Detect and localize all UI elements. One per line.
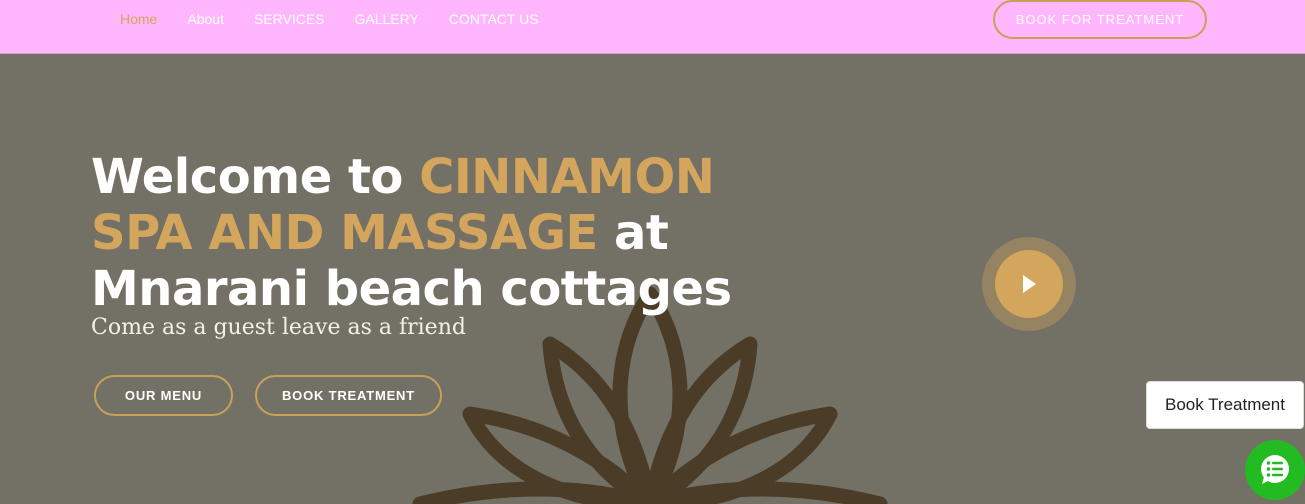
play-video-button[interactable] — [982, 237, 1076, 331]
play-icon — [1023, 275, 1036, 293]
book-treatment-button[interactable]: BOOK TREATMENT — [255, 375, 442, 416]
book-for-treatment-button[interactable]: BOOK FOR TREATMENT — [993, 0, 1207, 39]
nav-services-link[interactable]: SERVICES — [254, 11, 325, 27]
chat-list-icon — [1261, 455, 1289, 484]
play-button-core — [995, 250, 1063, 318]
main-nav: Home About SERVICES GALLERY CONTACT US — [120, 0, 569, 38]
hero-headline: Welcome to CINNAMON SPA AND MASSAGE at M… — [91, 149, 811, 317]
hero-section: Welcome to CINNAMON SPA AND MASSAGE at M… — [0, 54, 1305, 504]
lotus-icon — [412, 286, 888, 504]
nav-home-link[interactable]: Home — [120, 11, 157, 27]
chat-widget-button[interactable] — [1245, 440, 1305, 500]
hero-tagline: Come as a guest leave as a friend — [91, 315, 466, 340]
nav-contact-link[interactable]: CONTACT US — [449, 11, 539, 27]
headline-intro: Welcome to — [91, 149, 420, 205]
top-navbar: Home About SERVICES GALLERY CONTACT US B… — [0, 0, 1305, 54]
nav-gallery-link[interactable]: GALLERY — [355, 11, 419, 27]
nav-about-link[interactable]: About — [187, 11, 224, 27]
floating-book-treatment-button[interactable]: Book Treatment — [1146, 381, 1304, 429]
our-menu-button[interactable]: OUR MENU — [94, 375, 233, 416]
